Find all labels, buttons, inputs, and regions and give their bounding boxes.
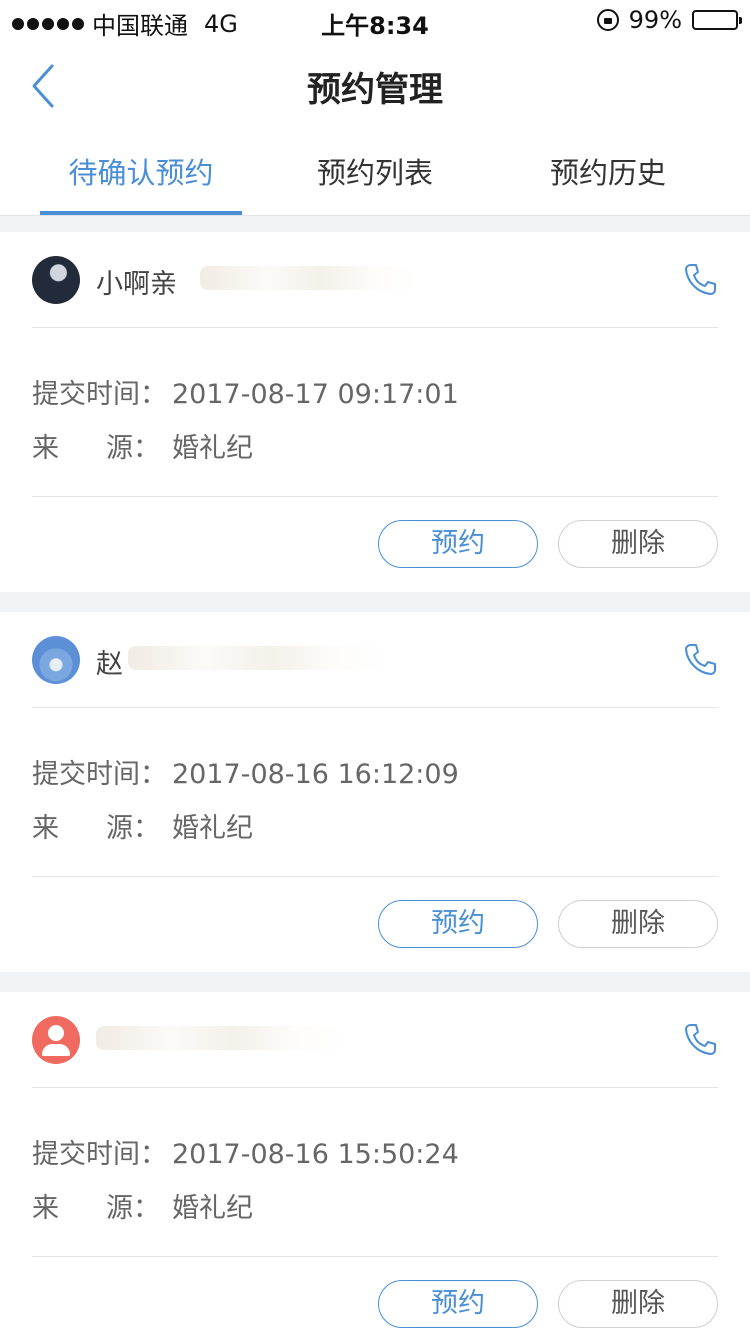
submit-time-label: 提交时间： bbox=[32, 1139, 167, 1170]
book-button[interactable]: 预约 bbox=[378, 900, 538, 948]
status-bar: 中国联通 4G 上午8:34 99% bbox=[0, 0, 750, 40]
appointment-info: 提交时间： 2017-08-16 15:50:24 来源： 婚礼纪 bbox=[32, 1128, 459, 1236]
default-avatar-icon bbox=[32, 1016, 80, 1064]
phone-icon[interactable] bbox=[684, 262, 716, 296]
appointment-info: 提交时间： 2017-08-17 09:17:01 来源： 婚礼纪 bbox=[32, 368, 459, 476]
submit-time-label: 提交时间： bbox=[32, 379, 167, 410]
redacted-name bbox=[96, 1026, 346, 1050]
tab-pending[interactable]: 待确认预约 bbox=[40, 130, 242, 216]
phone-icon[interactable] bbox=[684, 1022, 716, 1056]
delete-button[interactable]: 删除 bbox=[558, 520, 718, 568]
tab-active-indicator bbox=[40, 211, 242, 215]
avatar bbox=[32, 256, 80, 304]
divider bbox=[32, 1256, 718, 1257]
delete-button[interactable]: 删除 bbox=[558, 900, 718, 948]
source-label: 来源： bbox=[32, 433, 160, 464]
appointment-card: 小啊亲 提交时间： 2017-08-17 09:17:01 来源： 婚礼纪 预约… bbox=[0, 232, 750, 592]
submit-time-value: 2017-08-17 09:17:01 bbox=[172, 379, 459, 410]
tab-history[interactable]: 预约历史 bbox=[508, 130, 708, 216]
customer-name: 赵 bbox=[96, 649, 123, 680]
card-header: 赵 bbox=[32, 612, 718, 708]
avatar bbox=[32, 636, 80, 684]
divider bbox=[32, 496, 718, 497]
customer-name: 小啊亲 bbox=[96, 269, 177, 300]
phone-icon[interactable] bbox=[684, 642, 716, 676]
redacted-name bbox=[200, 266, 420, 290]
battery-icon bbox=[692, 10, 742, 30]
submit-time-value: 2017-08-16 16:12:09 bbox=[172, 759, 459, 790]
tab-list[interactable]: 预约列表 bbox=[275, 130, 475, 216]
source-label: 来源： bbox=[32, 813, 160, 844]
delete-button[interactable]: 删除 bbox=[558, 1280, 718, 1328]
submit-time-label: 提交时间： bbox=[32, 759, 167, 790]
tab-bar: 待确认预约 预约列表 预约历史 bbox=[0, 130, 750, 216]
divider bbox=[32, 876, 718, 877]
nav-bar: 预约管理 bbox=[0, 40, 750, 130]
battery-percent: 99% bbox=[628, 6, 682, 34]
rotation-lock-icon bbox=[596, 9, 619, 31]
source-value: 婚礼纪 bbox=[172, 433, 253, 464]
appointment-card: 提交时间： 2017-08-16 15:50:24 来源： 婚礼纪 预约 删除 bbox=[0, 992, 750, 1334]
book-button[interactable]: 预约 bbox=[378, 520, 538, 568]
source-label: 来源： bbox=[32, 1193, 160, 1224]
card-header: 小啊亲 bbox=[32, 232, 718, 328]
submit-time-value: 2017-08-16 15:50:24 bbox=[172, 1139, 459, 1170]
source-value: 婚礼纪 bbox=[172, 1193, 253, 1224]
appointment-card: 赵 提交时间： 2017-08-16 16:12:09 来源： 婚礼纪 预约 删… bbox=[0, 612, 750, 972]
redacted-name bbox=[128, 646, 388, 670]
source-value: 婚礼纪 bbox=[172, 813, 253, 844]
book-button[interactable]: 预约 bbox=[378, 1280, 538, 1328]
page-title: 预约管理 bbox=[307, 70, 443, 110]
appointment-info: 提交时间： 2017-08-16 16:12:09 来源： 婚礼纪 bbox=[32, 748, 459, 856]
card-header bbox=[32, 992, 718, 1088]
